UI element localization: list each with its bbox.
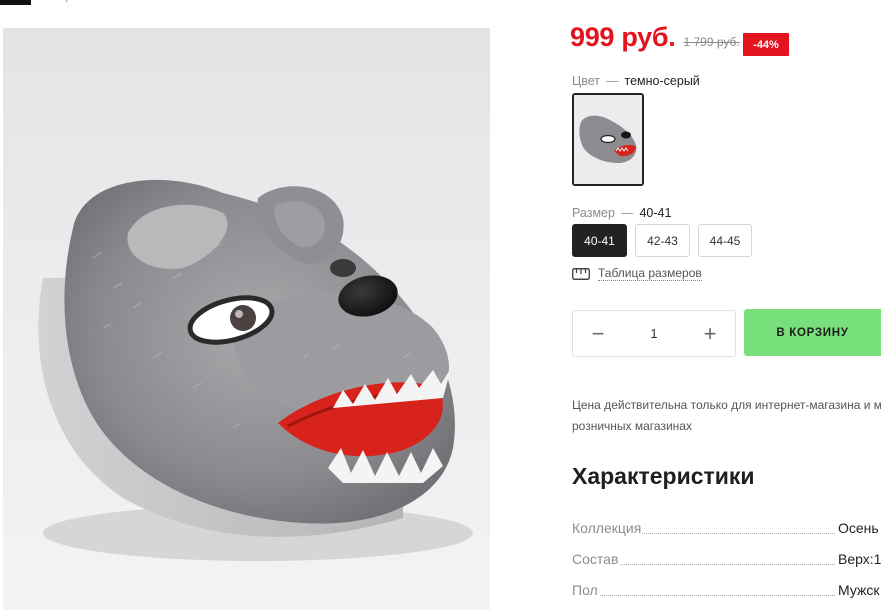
size-option-40-41[interactable]: 40-41 [572, 224, 627, 257]
quantity-minus-button[interactable]: − [573, 311, 623, 356]
spec-row-gender: Пол Мужск [572, 582, 881, 600]
price-note: Цена действительна только для интернет-м… [572, 395, 881, 437]
size-separator: — [620, 206, 634, 220]
spec-row-collection: Коллекция Осень [572, 520, 881, 538]
quantity-value[interactable]: 1 [623, 311, 685, 356]
size-label-row: Размер — 40-41 [572, 206, 671, 220]
spec-dots [572, 595, 835, 596]
current-price: 999 руб. [570, 22, 676, 52]
add-to-cart-button[interactable]: В КОРЗИНУ [744, 309, 881, 356]
color-label-row: Цвет — темно-серый [572, 74, 700, 88]
size-table-label: Таблица размеров [598, 266, 702, 281]
color-value: темно-серый [624, 74, 700, 88]
ruler-icon [572, 267, 590, 280]
size-table-link[interactable]: Таблица размеров [572, 266, 702, 281]
spec-key: Коллекция [572, 520, 643, 536]
price-note-line-2: розничных магазинах [572, 419, 692, 433]
spec-row-composition: Состав Верх:1 [572, 551, 881, 569]
color-label: Цвет [572, 74, 601, 88]
discount-badge: -44% [743, 33, 789, 56]
size-option-42-43[interactable]: 42-43 [635, 224, 690, 257]
top-strip: · / [0, 0, 881, 8]
specs-title: Характеристики [572, 463, 755, 489]
spec-value: Мужск [837, 582, 880, 598]
slipper-illustration [38, 179, 473, 561]
size-label: Размер [572, 206, 615, 220]
quantity-stepper: − 1 + [572, 310, 736, 357]
old-price: 1 799 руб. [683, 35, 740, 49]
price-note-line-1: Цена действительна только для интернет-м… [572, 398, 881, 412]
price-row: 999 руб. 1 799 руб. [570, 22, 740, 62]
spec-key: Состав [572, 551, 620, 567]
swatch-thumbnail [574, 95, 642, 184]
size-value: 40-41 [639, 206, 672, 220]
top-bar-marker [0, 0, 31, 5]
breadcrumb[interactable]: · / [52, 0, 73, 5]
quantity-plus-button[interactable]: + [685, 311, 735, 356]
spec-value: Верх:1 [837, 551, 881, 567]
product-image[interactable] [3, 28, 490, 610]
spec-value: Осень [837, 520, 879, 536]
color-separator: — [606, 74, 619, 88]
size-option-44-45[interactable]: 44-45 [698, 224, 752, 257]
spec-key: Пол [572, 582, 599, 598]
color-swatch-dark-grey[interactable] [572, 93, 644, 186]
